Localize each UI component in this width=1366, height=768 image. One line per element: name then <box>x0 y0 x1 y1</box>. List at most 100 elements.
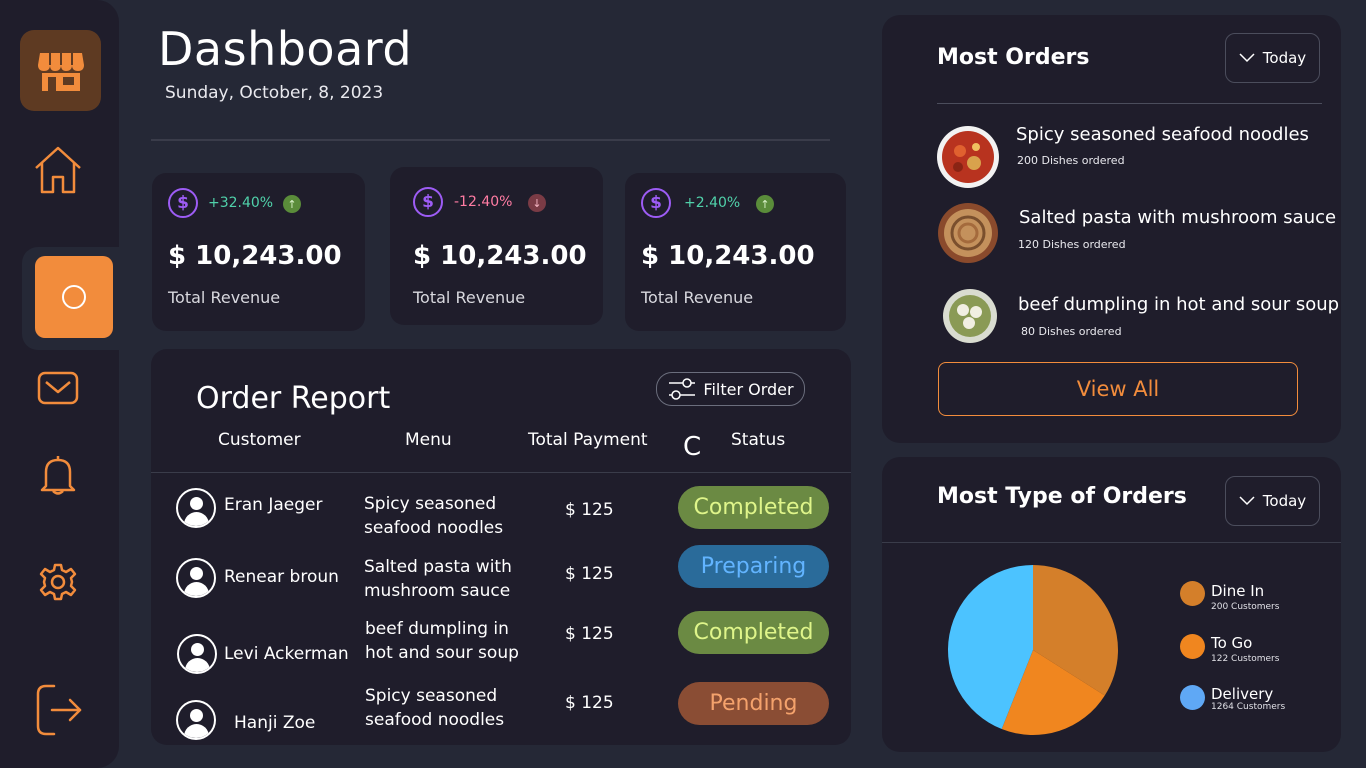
stat-card-2: $ -12.40% ↓ $ 10,243.00 Total Revenue <box>390 167 603 325</box>
seafood-noodles-image <box>937 126 999 188</box>
order-report-title: Order Report <box>196 381 391 416</box>
customer-name: Levi Ackerman <box>224 644 349 664</box>
mail-icon[interactable] <box>30 360 86 416</box>
most-orders-title: Most Orders <box>937 45 1090 70</box>
stat-change: +32.40% <box>208 195 274 211</box>
order-type-pie-chart <box>948 565 1118 735</box>
avatar <box>177 634 217 674</box>
avatar <box>176 488 216 528</box>
stat-change: -12.40% <box>454 194 513 210</box>
gear-icon[interactable] <box>30 554 86 610</box>
page-title: Dashboard <box>158 22 413 76</box>
dumpling-soup-image <box>943 289 997 343</box>
stat-amount: $ 10,243.00 <box>168 241 342 271</box>
stat-label: Total Revenue <box>168 288 281 307</box>
chevron-down-icon <box>1239 496 1255 506</box>
menu-item: beef dumpling in hot and sour soup <box>365 617 535 665</box>
menu-item: Salted pasta with mushroom sauce <box>364 555 534 603</box>
period-dropdown[interactable]: Today <box>1225 33 1320 83</box>
most-type-panel: Most Type of Orders Today Dine In 200 Cu… <box>882 457 1341 752</box>
menu-line: Spicy seasoned <box>365 686 498 706</box>
view-all-button[interactable]: View All <box>938 362 1298 416</box>
legend-label: To Go <box>1211 634 1253 652</box>
menu-item: Spicy seasoned seafood noodles <box>364 492 534 540</box>
dollar-icon: $ <box>641 188 671 218</box>
menu-line: hot and sour soup <box>365 643 519 663</box>
stat-label: Total Revenue <box>413 288 526 307</box>
period-dropdown[interactable]: Today <box>1225 476 1320 526</box>
order-report-panel: Order Report Filter Order Customer Menu … <box>151 349 851 745</box>
dish-name: Spicy seasoned seafood noodles <box>1016 124 1309 145</box>
dish-count: 80 Dishes ordered <box>1021 325 1122 338</box>
menu-line: Spicy seasoned <box>364 494 497 514</box>
stray-character: C <box>683 432 702 462</box>
logout-icon[interactable] <box>30 682 86 738</box>
dollar-icon: $ <box>413 187 443 217</box>
dish-name: beef dumpling in hot and sour soup <box>1018 294 1340 315</box>
payment-amount: $ 125 <box>565 624 614 644</box>
most-orders-panel: Most Orders Today Spicy seasoned seafood… <box>882 15 1341 443</box>
menu-line: seafood noodles <box>365 710 505 730</box>
status-badge[interactable]: Completed <box>678 486 829 529</box>
column-header-menu: Menu <box>405 430 452 450</box>
legend-dot-to-go <box>1180 634 1205 659</box>
column-header-customer: Customer <box>218 430 301 450</box>
report-divider <box>151 472 851 473</box>
dish-count: 200 Dishes ordered <box>1017 154 1125 167</box>
legend-count: 200 Customers <box>1211 602 1280 612</box>
customer-name: Eran Jaeger <box>224 495 323 515</box>
legend-label: Dine In <box>1211 582 1265 600</box>
legend-label: Delivery <box>1211 685 1274 703</box>
circle-icon <box>62 285 86 309</box>
menu-line: mushroom sauce <box>364 581 511 601</box>
most-type-title: Most Type of Orders <box>937 484 1187 509</box>
stat-card-3: $ +2.40% ↑ $ 10,243.00 Total Revenue <box>625 173 846 331</box>
page-date: Sunday, October, 8, 2023 <box>165 83 384 103</box>
legend-count: 1264 Customers <box>1211 702 1286 712</box>
dollar-icon: $ <box>168 188 198 218</box>
stat-label: Total Revenue <box>641 288 754 307</box>
store-logo-icon[interactable] <box>20 30 101 111</box>
active-nav-button[interactable] <box>35 256 113 338</box>
status-badge[interactable]: Preparing <box>678 545 829 588</box>
customer-name: Hanji Zoe <box>234 713 316 733</box>
stat-amount: $ 10,243.00 <box>413 241 587 271</box>
arrow-up-icon: ↑ <box>283 195 301 213</box>
pasta-image <box>938 203 998 263</box>
sidebar <box>0 0 119 768</box>
header-divider <box>151 139 830 141</box>
most-orders-divider <box>937 103 1322 104</box>
menu-line: Salted pasta with <box>364 557 512 577</box>
filter-icon <box>669 378 696 400</box>
menu-line: seafood noodles <box>364 518 504 538</box>
payment-amount: $ 125 <box>565 693 614 713</box>
customer-name: Renear broun <box>224 567 339 587</box>
status-badge[interactable]: Completed <box>678 611 829 654</box>
menu-item: Spicy seasoned seafood noodles <box>365 684 535 732</box>
most-type-divider <box>882 542 1341 543</box>
chevron-down-icon <box>1239 53 1255 63</box>
period-label: Today <box>1262 492 1307 510</box>
stat-card-1: $ +32.40% ↑ $ 10,243.00 Total Revenue <box>152 173 365 331</box>
legend-dot-dine-in <box>1180 581 1205 606</box>
dish-count: 120 Dishes ordered <box>1018 238 1126 251</box>
filter-order-label: Filter Order <box>703 379 794 399</box>
stat-change: +2.40% <box>684 195 741 211</box>
bell-icon[interactable] <box>30 446 86 502</box>
period-label: Today <box>1262 49 1307 67</box>
stat-amount: $ 10,243.00 <box>641 241 815 271</box>
payment-amount: $ 125 <box>565 500 614 520</box>
column-header-total-payment: Total Payment <box>528 430 648 450</box>
legend-dot-delivery <box>1180 685 1205 710</box>
arrow-up-icon: ↑ <box>756 195 774 213</box>
menu-line: beef dumpling in <box>365 619 509 639</box>
filter-order-button[interactable]: Filter Order <box>656 372 805 406</box>
column-header-status: Status <box>731 430 786 450</box>
dish-name: Salted pasta with mushroom sauce <box>1019 207 1337 228</box>
home-icon[interactable] <box>30 142 86 198</box>
avatar <box>176 558 216 598</box>
legend-count: 122 Customers <box>1211 654 1280 664</box>
avatar <box>176 700 216 740</box>
status-badge[interactable]: Pending <box>678 682 829 725</box>
arrow-down-icon: ↓ <box>528 194 546 212</box>
